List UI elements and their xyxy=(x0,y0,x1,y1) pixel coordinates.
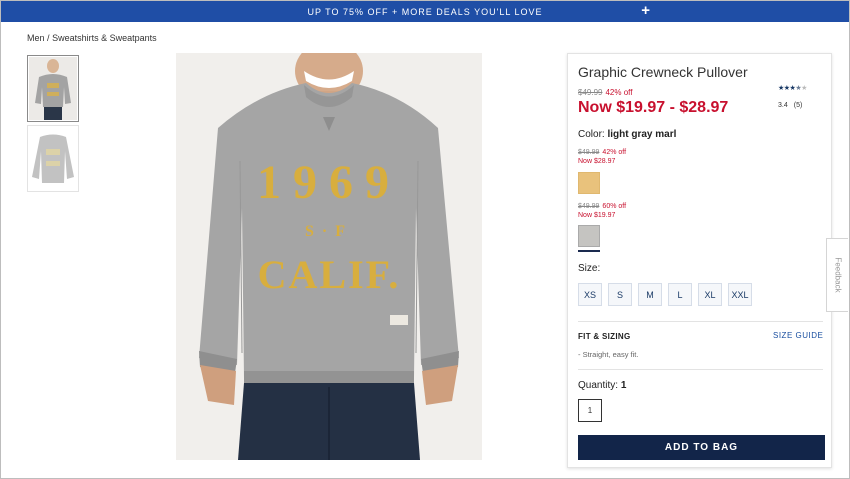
thumbnail-model[interactable] xyxy=(27,55,79,122)
size-s-button[interactable]: S xyxy=(608,283,632,306)
size-xs-button[interactable]: XS xyxy=(578,283,602,306)
main-product-photo[interactable]: 1969 S·F CALIF. xyxy=(176,53,482,460)
product-title: Graphic Crewneck Pullover xyxy=(578,64,748,80)
add-to-bag-button[interactable]: ADD TO BAG xyxy=(578,435,825,460)
now-price: Now $19.97 - $28.97 xyxy=(578,99,729,116)
quantity-value: 1 xyxy=(620,380,627,391)
model-thumbnail-image xyxy=(29,57,77,120)
divider xyxy=(578,321,823,322)
product-info-panel: Graphic Crewneck Pullover ★★★★★ 3.4 (5) $… xyxy=(567,53,832,468)
swatch-light-gray-marl[interactable] xyxy=(578,225,600,247)
color-label: Color: light gray marl xyxy=(578,129,676,140)
swatch-yellow[interactable] xyxy=(578,172,600,194)
size-guide-link[interactable]: SIZE GUIDE xyxy=(773,331,823,340)
print-bottom: CALIF. xyxy=(258,252,401,297)
size-label: Size: xyxy=(578,263,601,274)
promo-banner[interactable]: UP TO 75% OFF + MORE DEALS YOU'LL LOVE + xyxy=(1,1,849,22)
percent-off: 42% off xyxy=(605,88,633,97)
size-m-button[interactable]: M xyxy=(638,283,662,306)
quantity-label-text: Quantity: xyxy=(578,380,619,391)
review-count: (5) xyxy=(793,102,803,109)
rating-summary[interactable]: 3.4 (5) xyxy=(778,102,802,109)
breadcrumb: Men / Sweatshirts & Sweatpants xyxy=(27,33,157,43)
feedback-tab[interactable]: Feedback xyxy=(826,238,848,312)
rating-value: 3.4 xyxy=(778,102,788,109)
flat-thumbnail-image xyxy=(29,127,77,190)
quantity-label: Quantity: 1 xyxy=(578,380,626,391)
size-xl-button[interactable]: XL xyxy=(698,283,722,306)
swatch-was-price: $49.99 xyxy=(578,203,600,210)
color-value: light gray marl xyxy=(607,129,677,140)
price-was-row: $49.99 42% off xyxy=(578,88,632,97)
was-price: $49.99 xyxy=(578,88,603,97)
print-year: 1969 xyxy=(257,156,401,209)
divider xyxy=(578,369,823,370)
swatch-percent-off: 42% off xyxy=(602,149,627,156)
color-label-text: Color: xyxy=(578,129,605,140)
quantity-input[interactable]: 1 xyxy=(578,399,602,422)
swatch-now-price: Now $19.97 xyxy=(578,212,616,219)
breadcrumb-sweatshirts[interactable]: Sweatshirts & Sweatpants xyxy=(52,33,157,43)
size-xxl-button[interactable]: XXL xyxy=(728,283,752,306)
star-rating-icon[interactable]: ★★★★★ xyxy=(778,84,807,92)
swatch-was-price: $49.99 xyxy=(578,149,600,156)
selected-swatch-indicator xyxy=(578,250,600,252)
promo-text: UP TO 75% OFF + MORE DEALS YOU'LL LOVE xyxy=(307,6,543,17)
thumbnail-flat[interactable] xyxy=(27,125,79,192)
product-photo: 1969 S·F CALIF. xyxy=(176,53,482,460)
swatch-price-yellow: $49.99 42% off Now $28.97 xyxy=(578,148,626,166)
feedback-label: Feedback xyxy=(833,257,842,293)
swatch-price-gray: $49.99 60% off Now $19.97 xyxy=(578,202,626,220)
breadcrumb-separator: / xyxy=(47,33,50,43)
breadcrumb-men[interactable]: Men xyxy=(27,33,45,43)
print-mid: S·F xyxy=(305,223,353,240)
fit-sizing-heading: FIT & SIZING xyxy=(578,332,631,341)
size-l-button[interactable]: L xyxy=(668,283,692,306)
swatch-percent-off: 60% off xyxy=(602,203,627,210)
swatch-now-price: Now $28.97 xyxy=(578,158,616,165)
plus-icon[interactable]: + xyxy=(641,3,651,19)
fit-description: - Straight, easy fit. xyxy=(578,350,639,359)
